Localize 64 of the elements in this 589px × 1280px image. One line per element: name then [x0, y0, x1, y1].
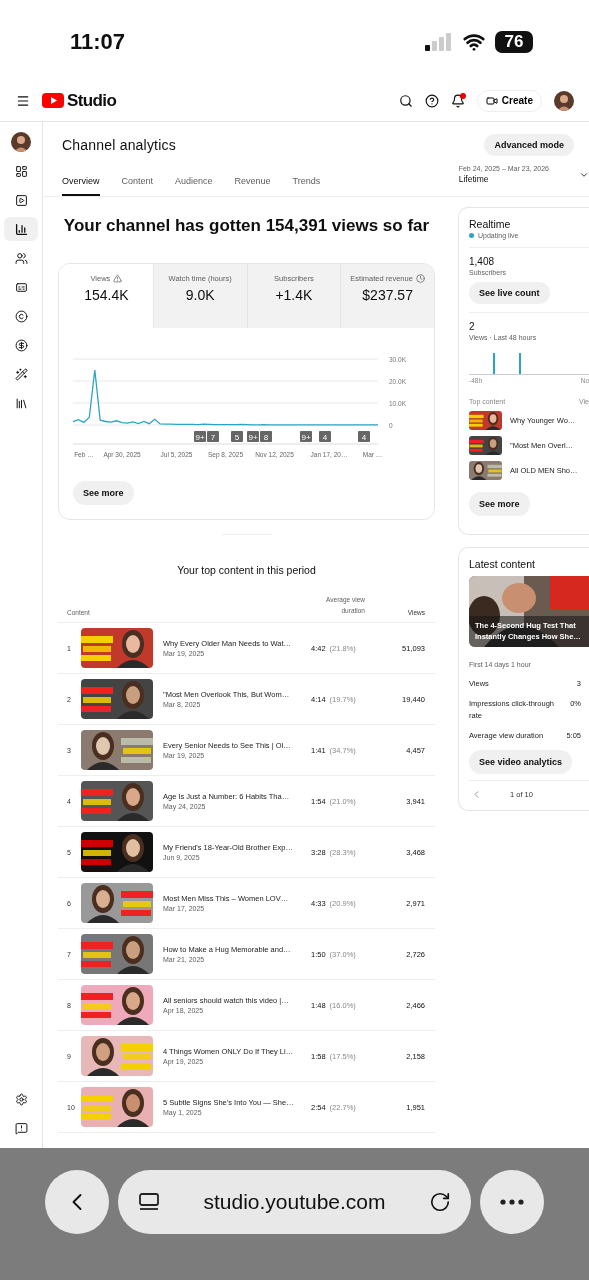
chart-marker[interactable]: 4 — [319, 431, 331, 442]
create-button[interactable]: Create — [476, 89, 542, 112]
tabs-icon — [138, 1191, 160, 1213]
settings-icon — [14, 1092, 28, 1106]
video-camera-icon — [485, 94, 498, 107]
battery-level: 76 — [495, 31, 533, 53]
see-live-count-button[interactable]: See live count — [469, 282, 550, 304]
chart-marker[interactable]: 9+ — [247, 431, 259, 442]
bar-chart-icon — [14, 222, 28, 236]
chart-marker[interactable]: 4 — [358, 431, 370, 442]
dollar-icon — [14, 338, 28, 352]
headline: Your channel has gotten 154,391 views so far — [62, 215, 431, 237]
copyright-icon — [14, 309, 28, 323]
bell-icon[interactable] — [450, 93, 465, 108]
subtitles-icon — [14, 280, 28, 294]
people-icon — [14, 251, 28, 265]
channel-avatar[interactable] — [11, 132, 31, 152]
library-icon — [14, 396, 28, 410]
period-label[interactable]: Lifetime — [458, 174, 549, 184]
reload-icon[interactable] — [429, 1191, 451, 1213]
page-title: Channel analytics — [62, 137, 176, 153]
see-more-button[interactable]: See more — [469, 492, 530, 516]
feedback-icon — [14, 1121, 28, 1135]
subscriber-count: 1,408 — [469, 256, 495, 267]
advanced-mode-button[interactable]: Advanced mode — [484, 134, 574, 156]
see-video-analytics-button[interactable]: See video analytics — [469, 750, 573, 774]
account-avatar[interactable] — [554, 90, 574, 111]
clock-time: 11:07 — [70, 29, 126, 55]
tab[interactable]: Audience — [175, 170, 213, 196]
chart-marker[interactable]: 9+ — [194, 431, 206, 442]
chart-marker[interactable]: 5 — [231, 431, 243, 442]
see-more-button[interactable]: See more — [73, 481, 134, 505]
wifi-icon — [463, 31, 485, 53]
view-count: 2 — [469, 321, 475, 332]
sidebar-item[interactable] — [4, 217, 38, 241]
section-title: Your top content in this period — [176, 564, 317, 576]
metric-value: 154.4K — [84, 287, 129, 303]
tab[interactable]: Revenue — [234, 170, 271, 196]
card-title: Latest content — [469, 558, 536, 570]
tab[interactable]: Overview — [62, 170, 100, 196]
more-icon — [500, 1199, 524, 1205]
card-title: Realtime — [469, 218, 511, 230]
chart-marker[interactable]: 8 — [260, 431, 272, 442]
metric-value: +1.4K — [275, 287, 313, 303]
video-library-icon — [14, 193, 28, 207]
help-icon[interactable] — [424, 93, 439, 108]
warning-icon — [113, 274, 123, 283]
play-logo-icon — [42, 93, 64, 108]
signal-icon — [425, 33, 453, 51]
tab[interactable]: Trends — [292, 170, 321, 196]
chart-marker[interactable]: 9+ — [300, 431, 312, 442]
logo-text: Studio — [67, 90, 117, 111]
url-text: studio.youtube.com — [203, 1190, 386, 1214]
menu-icon[interactable] — [16, 93, 30, 108]
metric-value: $237.57 — [362, 287, 413, 303]
clock-icon — [415, 274, 425, 283]
tab[interactable]: Content — [121, 170, 154, 196]
search-icon[interactable] — [398, 93, 413, 108]
magic-wand-icon — [14, 367, 28, 381]
dashboard-icon — [14, 164, 28, 178]
chart-marker[interactable]: 7 — [207, 431, 219, 442]
metric-value: 9.0K — [185, 287, 215, 303]
address-bar[interactable]: studio.youtube.com — [118, 1170, 471, 1234]
live-dot — [469, 233, 474, 238]
